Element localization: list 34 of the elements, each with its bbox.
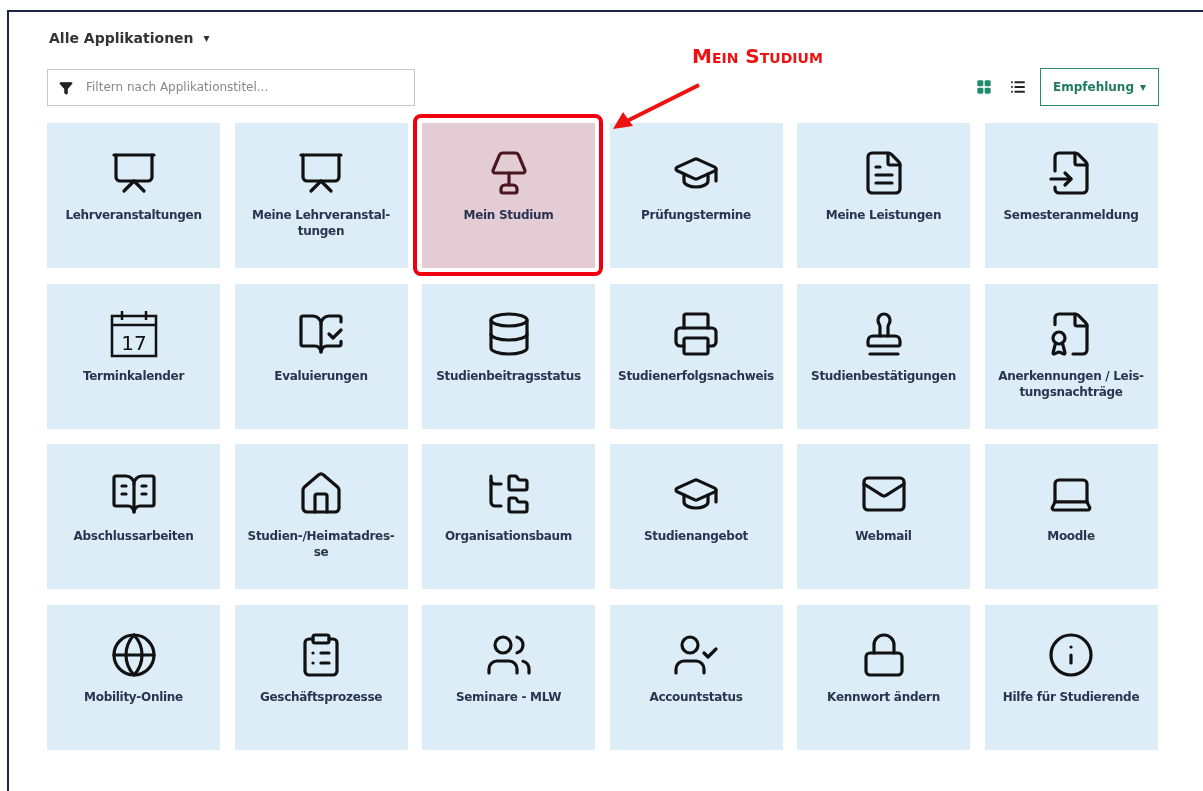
app-tile[interactable]: Evaluierungen [234,283,408,429]
info-icon [1047,630,1095,679]
app-tile[interactable]: Mobility-Online [47,604,220,750]
app-tile[interactable]: Geschäftsprozesse [234,604,408,750]
annotation-label: Mein Studium [692,44,823,68]
app-tile[interactable]: Lehrveranstaltungen [47,123,220,268]
app-tile[interactable]: Studienbestätigungen [797,283,970,429]
app-tile[interactable]: Anerkennungen / Leis- tungsnachträge [984,283,1158,429]
app-tile[interactable]: 17 Terminkalender [47,283,220,429]
applications-dropdown[interactable]: Alle Applikationen ▾ [47,26,212,50]
app-tile[interactable]: Studien-/Heimatadres- se [234,444,408,589]
printer-icon [672,309,720,358]
app-tile[interactable]: Prüfungstermine [609,123,783,268]
app-tile[interactable]: Mein Studium [422,123,595,268]
globe-icon [109,630,158,679]
app-tile[interactable]: Organisationsbaum [422,444,595,589]
filter-icon [59,80,73,95]
app-tile[interactable]: Seminare - MLW [422,604,595,750]
app-tile[interactable]: Kennwort ändern [797,604,970,750]
list-icon [1010,79,1026,95]
app-tile[interactable]: Hilfe für Studierende [984,604,1158,750]
sort-dropdown[interactable]: Empfehlung ▾ [1040,68,1159,106]
app-tile[interactable]: Meine Leistungen [797,123,970,268]
app-tile[interactable]: Webmail [797,444,970,589]
grid-icon [976,79,992,95]
app-tile[interactable]: Accountstatus [609,604,783,750]
app-tile[interactable]: Studienangebot [609,444,783,589]
app-tile[interactable]: Studienerfolgsnachweis [609,283,783,429]
app-tile[interactable]: Moodle [984,444,1158,589]
app-tile[interactable]: Semesteranmeldung [984,123,1158,268]
app-tile[interactable]: Studienbeitragsstatus [422,283,595,429]
filter-field[interactable]: Filtern nach Applikationstitel... [47,68,415,106]
app-tile[interactable]: Abschlussarbeiten [47,444,220,589]
app-tile[interactable]: Meine Lehrveranstal- tungen [234,123,408,268]
